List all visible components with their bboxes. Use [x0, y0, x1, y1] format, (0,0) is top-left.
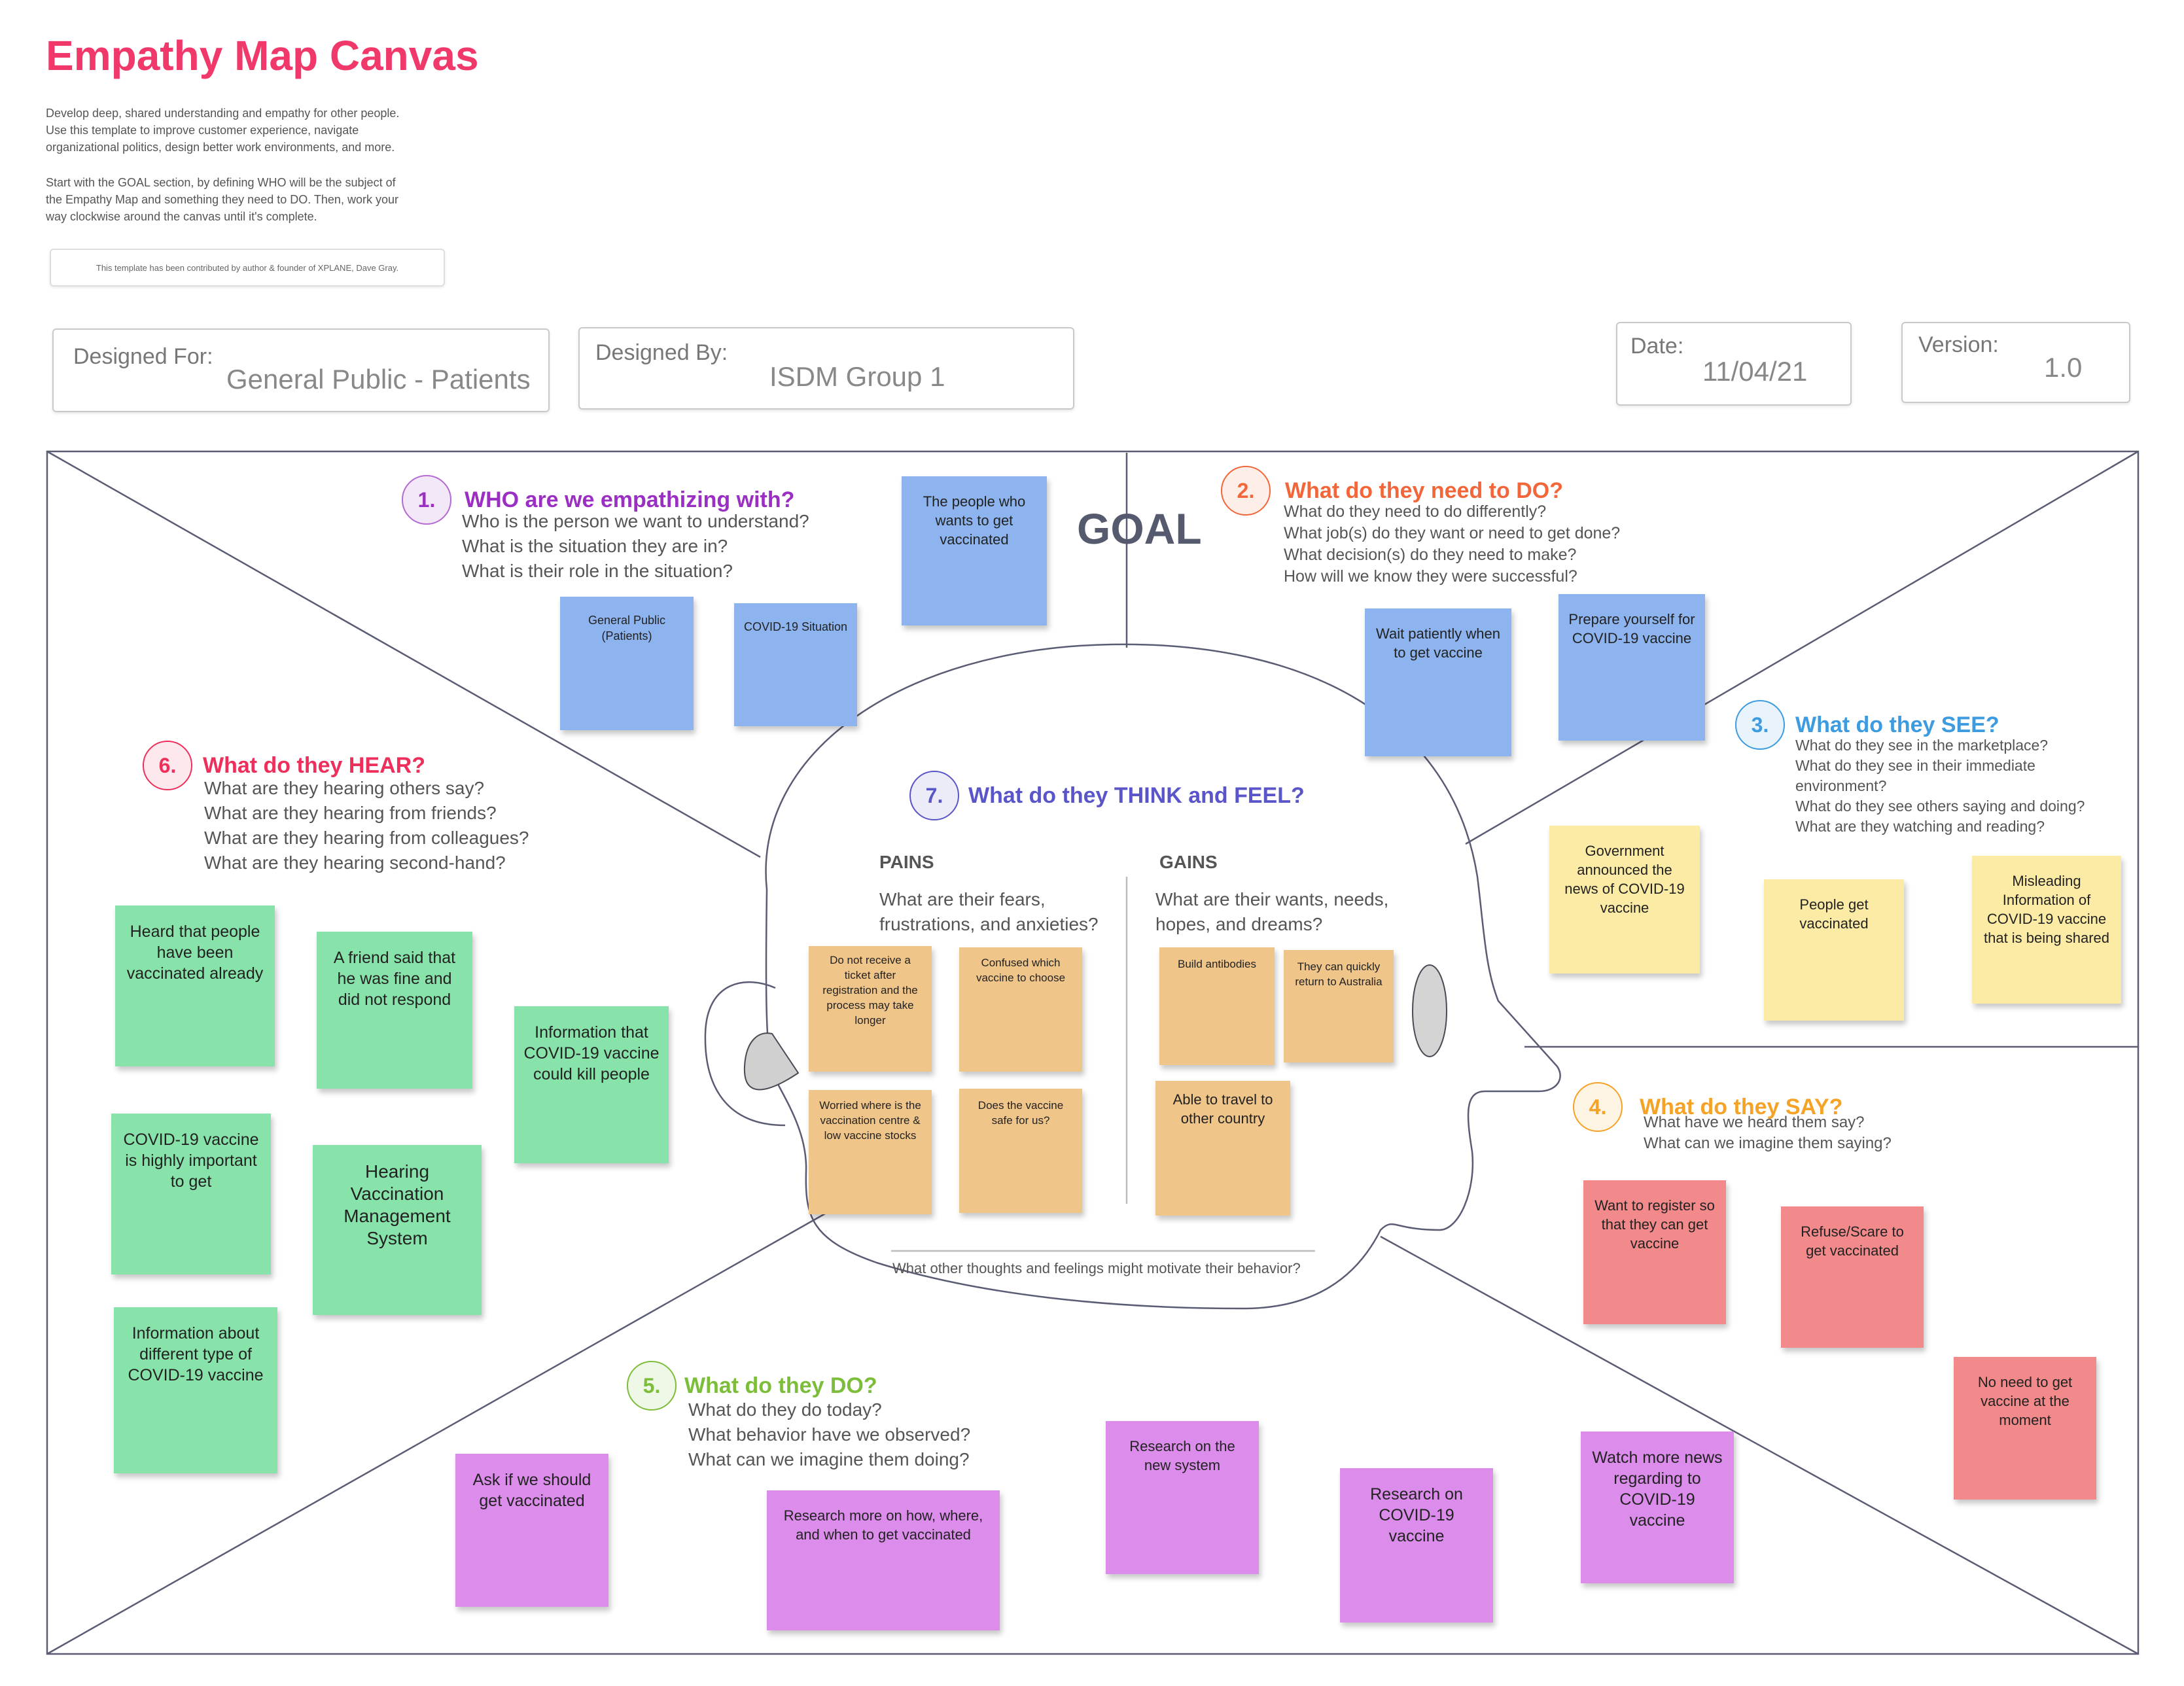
question: What are their fears,	[879, 889, 1046, 909]
section-hear-questions: What are they hearing others say? What a…	[204, 776, 529, 875]
question: What behavior have we observed?	[688, 1424, 971, 1445]
sticky-note[interactable]: People get vaccinated	[1764, 879, 1904, 1021]
section-title: What do they SEE?	[1795, 712, 1999, 737]
section-title: What do they need to DO?	[1285, 478, 1563, 503]
sticky-note[interactable]: Misleading Information of COVID-19 vacci…	[1972, 856, 2121, 1004]
question: What can we imagine them doing?	[688, 1449, 970, 1469]
sticky-note[interactable]: General Public (Patients)	[560, 597, 694, 730]
section-say-questions: What have we heard them say? What can we…	[1644, 1112, 1892, 1154]
sticky-note[interactable]: They can quickly return to Australia	[1284, 950, 1394, 1063]
sticky-note[interactable]: Build antibodies	[1159, 947, 1275, 1065]
sticky-note[interactable]: Watch more news regarding to COVID-19 va…	[1581, 1431, 1734, 1583]
question: What can we imagine them saying?	[1644, 1134, 1892, 1152]
question: What are they hearing from friends?	[204, 803, 497, 823]
question: What do they see in the marketplace?	[1795, 737, 2049, 754]
sticky-note[interactable]: COVID-19 Situation	[734, 603, 857, 726]
sticky-note[interactable]: Wait patiently when to get vaccine	[1365, 608, 1511, 756]
section-number: 4.	[1573, 1082, 1623, 1132]
section-title: What do they DO?	[684, 1373, 877, 1398]
sticky-note[interactable]: Hearing Vaccination Management System	[313, 1145, 482, 1315]
section-think-header: 7. What do they THINK and FEEL?	[909, 771, 1305, 820]
question: What do they need to do differently?	[1284, 502, 1547, 521]
sticky-note[interactable]: Information that COVID-19 vaccine could …	[514, 1006, 669, 1163]
sticky-note[interactable]: Does the vaccine safe for us?	[959, 1089, 1082, 1213]
question: What are they hearing others say?	[204, 778, 485, 798]
section-number: 3.	[1735, 700, 1785, 750]
sticky-note[interactable]: Prepare yourself for COVID-19 vaccine	[1559, 594, 1705, 741]
question: What is their role in the situation?	[462, 561, 733, 581]
section-number: 2.	[1221, 466, 1271, 516]
section-see-questions: What do they see in the marketplace? Wha…	[1795, 735, 2085, 837]
gains-questions: What are their wants, needs, hopes, and …	[1155, 887, 1388, 937]
sticky-note[interactable]: Ask if we should get vaccinated	[455, 1454, 608, 1607]
question: hopes, and dreams?	[1155, 914, 1323, 934]
question: environment?	[1795, 777, 1887, 794]
question: What job(s) do they want or need to get …	[1284, 524, 1621, 542]
question: Who is the person we want to understand?	[462, 511, 809, 531]
question: What do they see others saying and doing…	[1795, 798, 2085, 815]
sticky-note[interactable]: Want to register so that they can get va…	[1583, 1180, 1726, 1324]
sticky-note[interactable]: No need to get vaccine at the moment	[1954, 1357, 2096, 1500]
sticky-note[interactable]: The people who wants to get vaccinated	[902, 476, 1047, 625]
section-do-questions: What do they do today? What behavior hav…	[688, 1397, 970, 1472]
sticky-note[interactable]: Government announced the news of COVID-1…	[1549, 826, 1700, 974]
sticky-note[interactable]: Able to travel to other country	[1155, 1081, 1290, 1216]
sticky-note[interactable]: Worried where is the vaccination centre …	[809, 1090, 932, 1214]
sticky-note[interactable]: Information about different type of COVI…	[114, 1307, 277, 1473]
question: What do they do today?	[688, 1399, 882, 1420]
question: What are they hearing second-hand?	[204, 852, 506, 873]
sticky-note[interactable]: Research on the new system	[1106, 1421, 1259, 1574]
question: What are their wants, needs,	[1155, 889, 1389, 909]
question: What decision(s) do they need to make?	[1284, 546, 1577, 564]
pains-questions: What are their fears, frustrations, and …	[879, 887, 1099, 937]
question: What are they watching and reading?	[1795, 818, 2045, 835]
sticky-note[interactable]: Confused which vaccine to choose	[959, 947, 1082, 1072]
section-number: 6.	[143, 741, 192, 790]
sticky-note[interactable]: Research on COVID-19 vaccine	[1340, 1468, 1493, 1623]
sticky-note[interactable]: Refuse/Scare to get vaccinated	[1781, 1206, 1924, 1348]
goal-label: GOAL	[1077, 504, 1202, 553]
sticky-note[interactable]: Heard that people have been vaccinated a…	[115, 905, 275, 1066]
question: frustrations, and anxieties?	[879, 914, 1099, 934]
question: How will we know they were successful?	[1284, 567, 1577, 586]
sticky-note[interactable]: Do not receive a ticket after registrati…	[809, 946, 932, 1072]
section-need-do-questions: What do they need to do differently? Wha…	[1284, 501, 1620, 588]
section-number: 1.	[402, 475, 451, 525]
section-title: What do they THINK and FEEL?	[968, 782, 1305, 808]
section-title: What do they HEAR?	[203, 752, 425, 778]
question: What is the situation they are in?	[462, 536, 728, 556]
sticky-note[interactable]: COVID-19 vaccine is highly important to …	[111, 1114, 271, 1274]
pains-label: PAINS	[879, 852, 934, 872]
section-number: 5.	[627, 1361, 677, 1411]
question: What have we heard them say?	[1644, 1114, 1865, 1131]
eye-shape	[1412, 964, 1447, 1057]
question: What are they hearing from colleagues?	[204, 828, 529, 848]
section-number: 7.	[909, 771, 959, 820]
question: What do they see in their immediate	[1795, 757, 2035, 774]
section-who-questions: Who is the person we want to understand?…	[462, 509, 809, 584]
think-footer-question: What other thoughts and feelings might m…	[892, 1260, 1301, 1276]
ear-inner	[743, 1032, 800, 1091]
sticky-note[interactable]: A friend said that he was fine and did n…	[317, 932, 472, 1089]
gains-label: GAINS	[1159, 852, 1218, 872]
sticky-note[interactable]: Research more on how, where, and when to…	[767, 1490, 1000, 1630]
